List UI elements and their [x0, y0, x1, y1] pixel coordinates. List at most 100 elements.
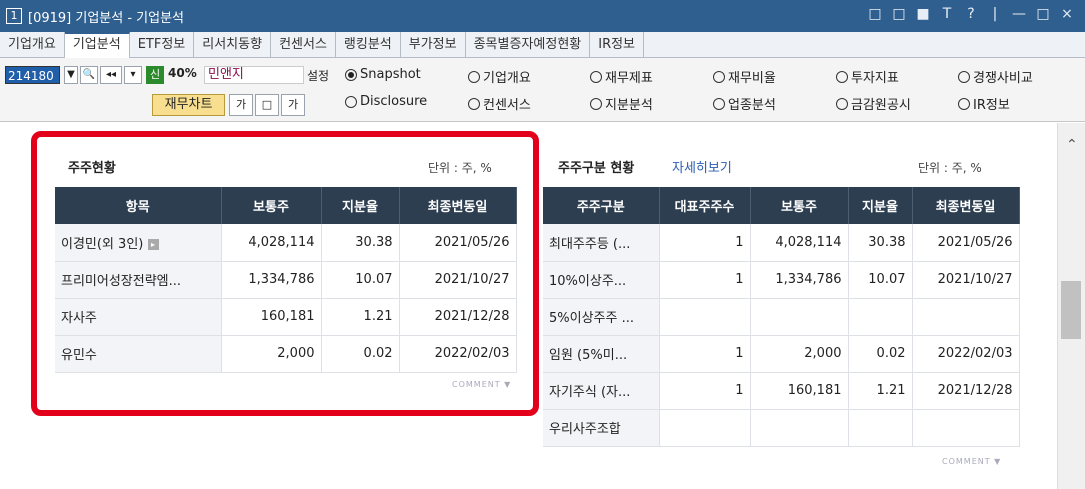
- radio-financial-ratios[interactable]: 재무비율: [713, 67, 776, 86]
- scroll-up-icon[interactable]: ⌃: [1066, 137, 1078, 153]
- margin-percent: 40%: [168, 66, 197, 80]
- speaker-icon[interactable]: ◂◂: [100, 66, 122, 84]
- table-row: 우리사주조합: [543, 409, 1020, 447]
- pin-icon[interactable]: ■: [915, 6, 931, 22]
- table-cell: 1: [659, 224, 751, 262]
- financial-chart-button[interactable]: 재무차트: [152, 94, 225, 116]
- stock-name-field[interactable]: 민앤지: [204, 66, 304, 84]
- table-cell: 160,181: [750, 372, 849, 410]
- radio-label: 금감원공시: [851, 98, 911, 113]
- tab-company-overview[interactable]: 기업개요: [0, 32, 65, 57]
- radio-industry-analysis[interactable]: 업종분석: [713, 94, 776, 113]
- table-cell[interactable]: 임원 (5%미...: [543, 335, 660, 373]
- tab-research[interactable]: 리서치동향: [194, 32, 272, 57]
- table-cell: [659, 298, 751, 336]
- radio-icon: [713, 70, 725, 83]
- column-header: 보통주: [750, 187, 849, 224]
- radio-snapshot[interactable]: Snapshot: [345, 67, 421, 82]
- radio-company-overview[interactable]: 기업개요: [468, 67, 531, 86]
- dropdown-arrow-icon[interactable]: ▼: [64, 66, 78, 84]
- window-controls: □ □ ■ T ? | — □ ×: [867, 6, 1075, 22]
- radio-selected-icon: [345, 68, 357, 81]
- table-cell: 1: [659, 335, 751, 373]
- column-header: 주주구분: [543, 187, 660, 224]
- search-icon[interactable]: 🔍: [80, 66, 98, 84]
- radio-icon: [468, 97, 480, 110]
- tab-capital-increase[interactable]: 종목별증자예정현황: [466, 32, 591, 57]
- table-cell: 30.38: [848, 224, 913, 262]
- table-cell: 4,028,114: [750, 224, 849, 262]
- tab-ranking[interactable]: 랭킹분석: [336, 32, 401, 57]
- radio-financial-statements[interactable]: 재무제표: [590, 67, 653, 86]
- restore-icon[interactable]: □: [867, 6, 883, 22]
- radio-label: 지분분석: [605, 98, 653, 113]
- table-cell[interactable]: 자기주식 (자...: [543, 372, 660, 410]
- table-cell: 10.07: [848, 261, 913, 299]
- table-header-row: 주주구분 대표주주수 보통주 지분율 최종변동일: [543, 187, 1020, 224]
- tab-bar: 기업개요 기업분석 ETF정보 리서치동향 컨센서스 랭킹분석 부가정보 종목별…: [0, 32, 1085, 58]
- tab-ir-info[interactable]: IR정보: [590, 32, 645, 57]
- window-title: [0919] 기업분석 - 기업분석: [28, 10, 184, 26]
- table-cell: [912, 298, 1020, 336]
- maximize-icon[interactable]: □: [1035, 6, 1051, 22]
- tab-etf-info[interactable]: ETF정보: [130, 32, 195, 57]
- shareholder-category-table: 주주구분 대표주주수 보통주 지분율 최종변동일 최대주주등 (... 1 4,…: [543, 187, 1020, 447]
- radio-competitor-comparison[interactable]: 경쟁사비교: [958, 67, 1033, 86]
- table-cell[interactable]: 최대주주등 (...: [543, 224, 660, 262]
- radio-icon: [836, 97, 848, 110]
- table-cell: 2021/12/28: [912, 372, 1020, 410]
- radio-icon: [958, 97, 970, 110]
- vertical-scrollbar[interactable]: ⌃: [1057, 123, 1085, 489]
- radio-label: 재무비율: [728, 71, 776, 86]
- table-cell: [659, 409, 751, 447]
- fullscreen-icon[interactable]: □: [255, 94, 279, 116]
- radio-investment-indicators[interactable]: 투자지표: [836, 67, 899, 86]
- minimize-icon[interactable]: —: [1011, 6, 1027, 22]
- radio-icon: [468, 70, 480, 83]
- radio-label: 업종분석: [728, 98, 776, 113]
- table-cell: 1.21: [848, 372, 913, 410]
- title-bar: 1 [0919] 기업분석 - 기업분석 □ □ ■ T ? | — □ ×: [0, 0, 1085, 32]
- radio-icon: [590, 97, 602, 110]
- highlight-frame: [31, 131, 539, 416]
- radio-ir-info[interactable]: IR정보: [958, 94, 1010, 113]
- close-icon[interactable]: ×: [1059, 6, 1075, 22]
- table-cell[interactable]: 5%이상주주 ...: [543, 298, 660, 336]
- radio-consensus[interactable]: 컨센서스: [468, 94, 531, 113]
- table-cell: 2021/10/27: [912, 261, 1020, 299]
- help-icon[interactable]: ?: [963, 6, 979, 22]
- font-icon[interactable]: T: [939, 6, 955, 22]
- radio-label: 기업개요: [483, 71, 531, 86]
- scroll-thumb[interactable]: [1061, 281, 1081, 339]
- table-cell: 1: [659, 261, 751, 299]
- table-cell: [848, 409, 913, 447]
- link-icon[interactable]: □: [891, 6, 907, 22]
- radio-disclosure[interactable]: Disclosure: [345, 94, 427, 109]
- setting-button[interactable]: 설정: [307, 67, 329, 84]
- stock-code-input[interactable]: 214180: [5, 66, 60, 84]
- tab-extra-info[interactable]: 부가정보: [401, 32, 466, 57]
- unit-label: 단위 : 주, %: [918, 161, 982, 175]
- new-badge: 신: [146, 66, 164, 84]
- table-cell: 2,000: [750, 335, 849, 373]
- table-row: 10%이상주... 1 1,334,786 10.07 2021/10/27: [543, 261, 1020, 299]
- table-cell[interactable]: 10%이상주...: [543, 261, 660, 299]
- tab-consensus[interactable]: 컨센서스: [271, 32, 336, 57]
- radio-fss-disclosure[interactable]: 금감원공시: [836, 94, 911, 113]
- radio-equity-analysis[interactable]: 지분분석: [590, 94, 653, 113]
- menu-arrow-icon[interactable]: ▾: [124, 66, 142, 84]
- font-decrease-icon[interactable]: 가: [229, 94, 253, 116]
- column-header: 최종변동일: [912, 187, 1020, 224]
- radio-label: 경쟁사비교: [973, 71, 1033, 86]
- comment-toggle[interactable]: COMMENT ▼: [942, 457, 1001, 466]
- table-cell: [750, 409, 849, 447]
- radio-label: Disclosure: [360, 94, 428, 109]
- column-header: 대표주주수: [659, 187, 751, 224]
- tab-company-analysis[interactable]: 기업분석: [64, 32, 130, 58]
- radio-icon: [345, 95, 357, 108]
- table-cell: 2021/05/26: [912, 224, 1020, 262]
- font-increase-icon[interactable]: 가: [281, 94, 305, 116]
- table-cell[interactable]: 우리사주조합: [543, 409, 660, 447]
- details-link[interactable]: 자세히보기: [672, 157, 732, 176]
- toolbar: 214180 ▼ 🔍 ◂◂ ▾ 신 40% 민앤지 설정 재무차트 가 □ 가 …: [0, 58, 1085, 122]
